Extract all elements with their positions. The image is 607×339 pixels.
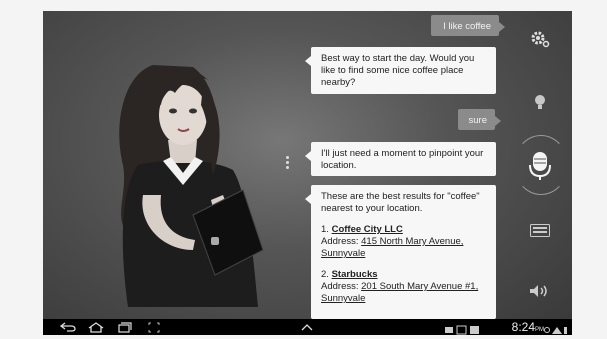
- chevron-up-icon[interactable]: [301, 321, 313, 333]
- app-screen: I like coffee Best way to start the day.…: [43, 11, 572, 335]
- microphone-icon[interactable]: [525, 151, 555, 181]
- system-nav-bar: 8:24PM: [43, 319, 572, 335]
- result-index: 1.: [321, 224, 329, 235]
- user-message: sure: [458, 109, 501, 130]
- result-item: 2. Starbucks Address: 201 South Mary Ave…: [321, 269, 486, 305]
- more-options-icon[interactable]: [285, 156, 291, 171]
- system-status-icons: [544, 322, 568, 334]
- home-icon[interactable]: [88, 321, 104, 333]
- keyboard-icon[interactable]: [525, 218, 555, 242]
- result-item: 1. Coffee City LLC Address: 415 North Ma…: [321, 224, 486, 260]
- address-label: Address:: [321, 281, 362, 292]
- result-index: 2.: [321, 269, 329, 280]
- status-clock: 8:24PM: [512, 319, 544, 335]
- search-results-card: These are the best results for "coffee" …: [305, 185, 496, 319]
- speaker-icon[interactable]: [525, 279, 555, 303]
- notification-icons: [445, 322, 485, 335]
- recent-apps-icon[interactable]: [118, 321, 132, 333]
- assistant-message: Best way to start the day. Would you lik…: [305, 47, 496, 94]
- screenshot-icon[interactable]: [148, 321, 160, 333]
- user-message: I like coffee: [431, 15, 505, 36]
- result-name-link[interactable]: Coffee City LLC: [332, 224, 403, 235]
- assistant-avatar: [119, 65, 264, 307]
- lightbulb-icon[interactable]: [525, 91, 555, 115]
- address-label: Address:: [321, 236, 362, 247]
- clock-ampm: PM: [535, 327, 544, 333]
- result-name-link[interactable]: Starbucks: [332, 269, 378, 280]
- back-icon[interactable]: [60, 321, 76, 333]
- results-intro: These are the best results for "coffee" …: [321, 191, 480, 214]
- settings-icon[interactable]: [525, 27, 555, 51]
- assistant-message: I'll just need a moment to pinpoint your…: [305, 142, 496, 176]
- clock-time: 8:24: [511, 320, 535, 334]
